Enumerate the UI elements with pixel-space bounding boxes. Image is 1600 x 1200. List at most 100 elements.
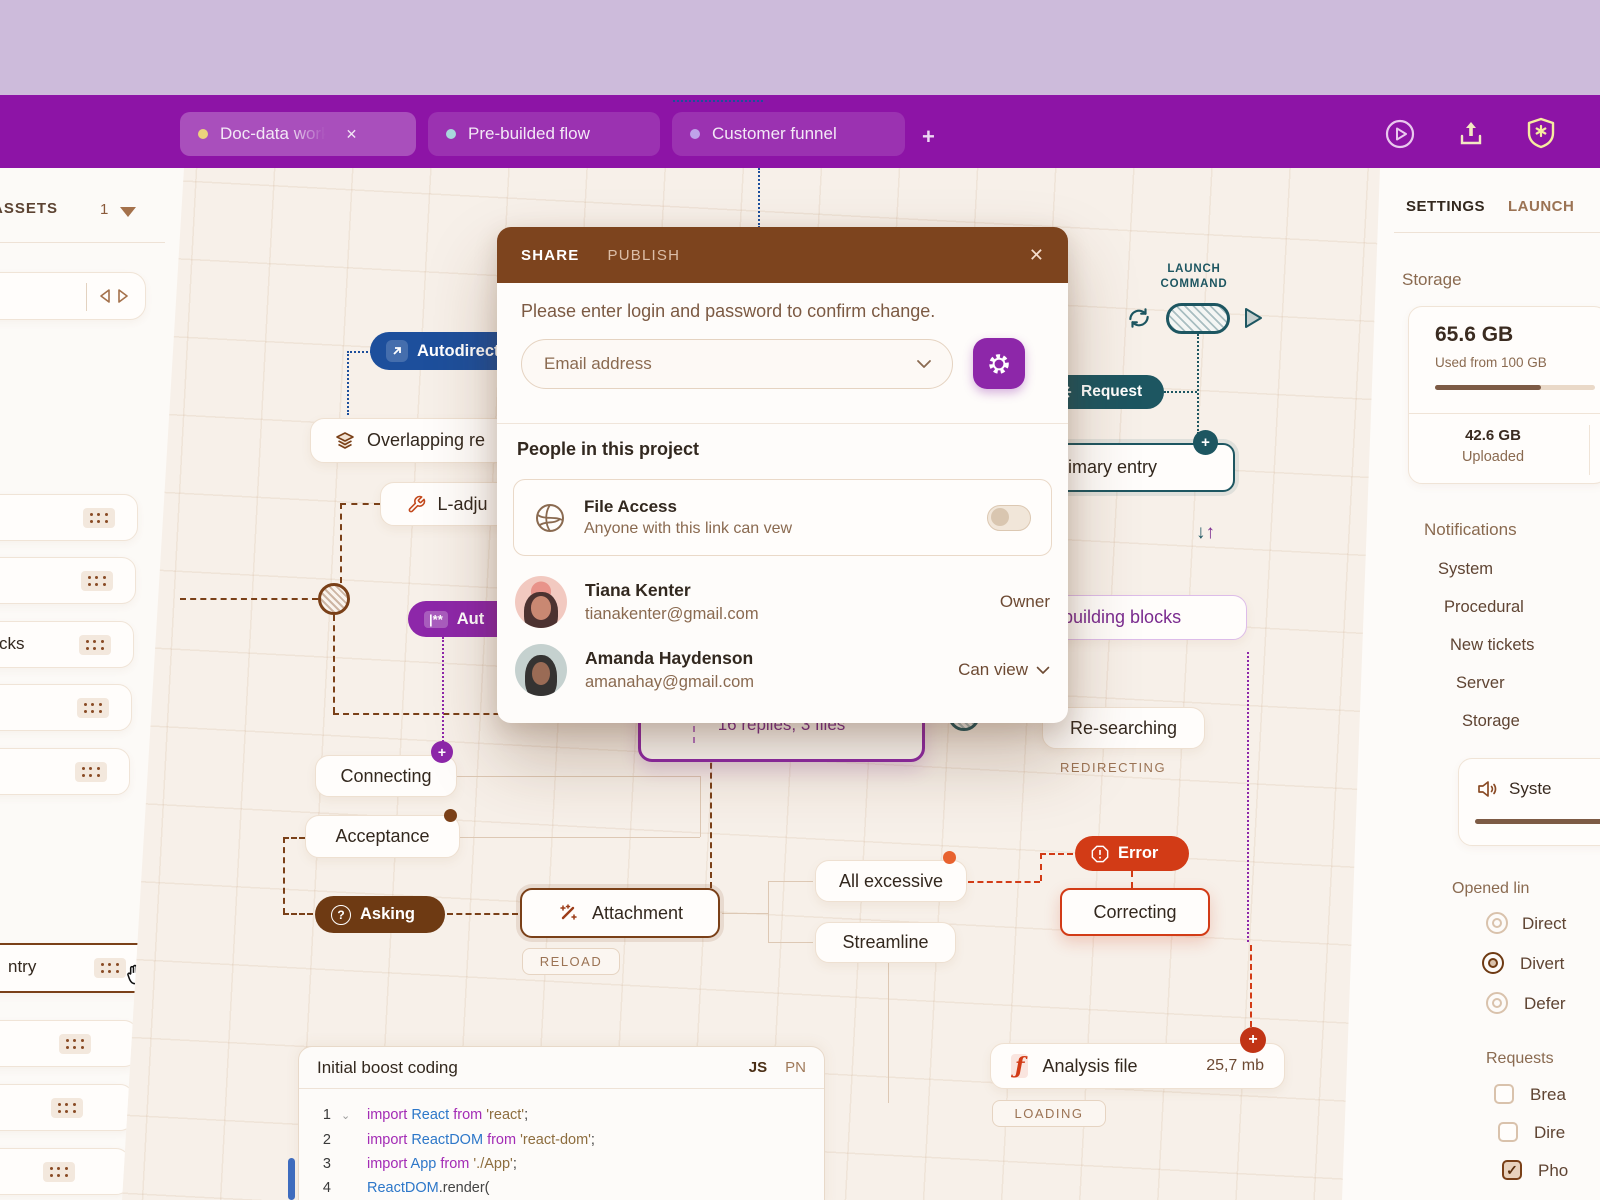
settings-gear-button[interactable] — [973, 338, 1025, 389]
plus-badge-purple[interactable]: + — [431, 741, 453, 763]
sidebar-item-new-tickets[interactable]: New tickets — [1450, 636, 1534, 655]
node-all-excessive[interactable]: All excessive — [815, 860, 967, 902]
hatch-node-brown[interactable] — [318, 583, 350, 615]
node-error-label: Error — [1118, 844, 1158, 863]
drag-handle-icon[interactable] — [43, 1162, 75, 1182]
node-acceptance[interactable]: Acceptance — [305, 815, 460, 858]
node-correcting[interactable]: Correcting — [1060, 888, 1210, 936]
node-asking[interactable]: ? Asking — [315, 896, 445, 933]
asset-list-item[interactable]: cks — [0, 621, 134, 668]
node-l-adjust[interactable]: L-adju — [380, 482, 515, 526]
assets-nav-card[interactable] — [0, 272, 146, 320]
launch-command-label: LAUNCH COMMAND — [1148, 262, 1240, 292]
drag-handle-icon[interactable] — [81, 571, 113, 591]
checkbox-pho[interactable]: ✓ — [1502, 1160, 1522, 1180]
code-card-header: Initial boost coding JS PN — [299, 1047, 824, 1089]
close-icon[interactable]: ✕ — [1029, 245, 1044, 266]
node-overlapping-label: Overlapping re — [367, 430, 485, 451]
code-card[interactable]: Initial boost coding JS PN 1 ⌄ import Re… — [298, 1046, 825, 1200]
drag-handle-icon[interactable] — [77, 698, 109, 718]
checkbox-brea[interactable] — [1494, 1084, 1514, 1104]
node-overlapping[interactable]: Overlapping re — [310, 418, 510, 463]
tab-doc-data-work[interactable]: Doc-data work ✕ — [180, 112, 416, 156]
code-selection-handle[interactable] — [288, 1158, 295, 1200]
checkbox-dire[interactable] — [1498, 1122, 1518, 1142]
play-triangle-icon[interactable] — [1242, 306, 1264, 330]
node-analysis-file[interactable]: ƒ Analysis file 25,7 mb — [990, 1043, 1285, 1089]
code-badge-js[interactable]: JS — [749, 1059, 767, 1076]
share-modal: SHARE PUBLISH ✕ Please enter login and p… — [497, 227, 1068, 723]
connector-thin-excessive-in — [768, 881, 813, 882]
asset-list-item[interactable] — [0, 1084, 134, 1131]
modal-tab-publish[interactable]: PUBLISH — [608, 247, 681, 264]
chevron-down-icon[interactable] — [916, 359, 932, 369]
asset-list-item[interactable] — [0, 494, 138, 541]
avatar — [515, 576, 567, 628]
radio-defer[interactable] — [1486, 992, 1508, 1014]
connector-purple-blocks-down — [1247, 652, 1249, 942]
email-input[interactable] — [542, 353, 916, 375]
storage-heading: Storage — [1402, 270, 1462, 290]
chevron-down-icon[interactable] — [120, 207, 136, 217]
node-streamline[interactable]: Streamline — [815, 922, 956, 963]
sidebar-tab-settings[interactable]: SETTINGS — [1406, 198, 1485, 215]
code-line: 2 import ReactDOM from 'react-dom'; — [315, 1128, 824, 1152]
drag-handle-icon[interactable] — [83, 508, 115, 528]
refresh-icon[interactable] — [1126, 305, 1152, 331]
analysis-file-size: 25,7 mb — [1206, 1057, 1264, 1075]
connector-red-error-in — [1040, 853, 1073, 855]
drag-handle-icon[interactable] — [79, 635, 111, 655]
connector-navy-band — [673, 100, 763, 102]
code-badge-pn[interactable]: PN — [785, 1059, 806, 1076]
file-access-toggle[interactable] — [987, 505, 1031, 531]
plus-badge-teal[interactable]: + — [1193, 430, 1218, 455]
person-role-dropdown[interactable]: Can view — [958, 660, 1050, 680]
asset-list-item[interactable] — [0, 1148, 130, 1195]
collapse-chevron-icon[interactable]: ⌄ — [341, 1104, 357, 1128]
prev-next-icons[interactable] — [97, 287, 131, 305]
sidebar-tab-launch[interactable]: LAUNCH — [1508, 198, 1574, 215]
system-sound-slider[interactable] — [1475, 819, 1600, 824]
sidebar-item-system[interactable]: System — [1438, 560, 1493, 579]
asset-list-item[interactable] — [0, 684, 132, 731]
dot-badge-brown — [444, 809, 457, 822]
connector-brown-asking-attachment — [447, 913, 518, 915]
magic-wand-icon — [557, 902, 579, 924]
drag-handle-icon[interactable] — [75, 762, 107, 782]
launch-hatch-pill[interactable] — [1166, 303, 1230, 334]
sidebar-item-procedural[interactable]: Procedural — [1444, 598, 1524, 617]
connector-red-elbow-v — [1040, 853, 1042, 881]
sort-icon[interactable]: ↓↑ — [1196, 522, 1215, 544]
radio-direct[interactable] — [1486, 912, 1508, 934]
sidebar-item-storage[interactable]: Storage — [1462, 712, 1520, 731]
upload-icon[interactable] — [1457, 118, 1485, 148]
add-tab-button[interactable]: + — [922, 124, 935, 150]
person-row: Amanda Haydenson amanahay@gmail.com Can … — [515, 640, 1050, 700]
drag-handle-icon[interactable] — [59, 1034, 91, 1054]
asset-list-item[interactable] — [0, 557, 136, 604]
shield-star-icon[interactable] — [1526, 117, 1556, 149]
opened-links-heading: Opened lin — [1452, 880, 1529, 898]
asset-list-item[interactable] — [0, 1020, 138, 1067]
play-circle-icon[interactable] — [1385, 119, 1415, 149]
email-field[interactable] — [521, 339, 953, 389]
plus-badge-red[interactable]: + — [1240, 1027, 1266, 1053]
asset-list-item[interactable] — [0, 748, 130, 795]
tab-pre-builded-flow[interactable]: Pre-builded flow — [428, 112, 660, 156]
tab-customer-funnel[interactable]: Customer funnel — [672, 112, 905, 156]
sidebar-item-server[interactable]: Server — [1456, 674, 1505, 693]
wrench-icon — [407, 495, 426, 514]
drag-handle-icon[interactable] — [51, 1098, 83, 1118]
function-icon: ƒ — [1011, 1054, 1028, 1078]
connector-thin-streamline-down — [888, 963, 889, 1103]
storage-uploaded-sub: Uploaded — [1409, 449, 1577, 465]
node-attachment[interactable]: Attachment — [520, 888, 720, 938]
code-card-title: Initial boost coding — [317, 1058, 458, 1078]
close-icon[interactable]: ✕ — [346, 126, 358, 143]
radio-divert[interactable] — [1482, 952, 1504, 974]
modal-tab-share[interactable]: SHARE — [521, 247, 580, 264]
people-heading: People in this project — [517, 439, 699, 460]
chevron-down-icon — [1036, 666, 1050, 675]
line-number: 2 — [315, 1128, 331, 1152]
node-error[interactable]: Error — [1075, 836, 1189, 871]
